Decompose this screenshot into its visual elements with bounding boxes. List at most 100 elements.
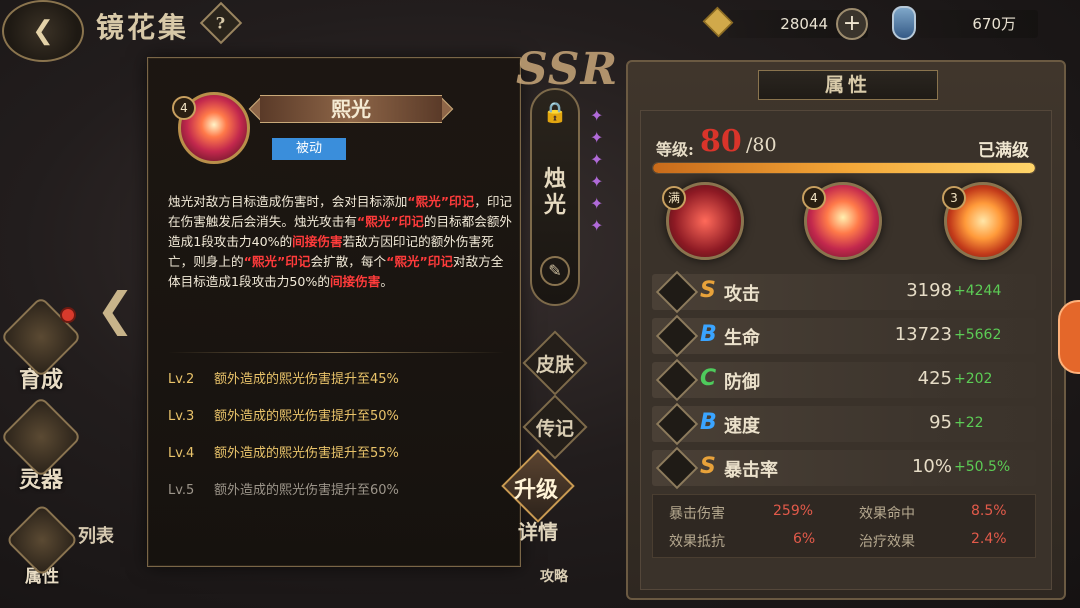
skill-orb-1-badge: 满 xyxy=(662,186,686,210)
highlighted-term: “熙光”印记 xyxy=(407,194,475,209)
page-title: 镜花集 xyxy=(96,11,190,44)
artifact-icon xyxy=(0,395,83,479)
add-coins-button[interactable]: + xyxy=(836,8,868,40)
butterfly-star-icon: ✦ xyxy=(590,128,604,147)
character-name: 烛光 xyxy=(544,166,567,218)
skill-name: 熙光 xyxy=(260,95,442,123)
back-button[interactable]: ❮ xyxy=(2,0,84,62)
stat-row[interactable]: C 防御 425 +202 xyxy=(652,358,1036,402)
lock-icon[interactable]: 🔒 xyxy=(542,100,568,126)
speed-icon xyxy=(655,402,699,446)
stat-bonus: +22 xyxy=(954,415,984,431)
skill-orb-3-badge: 3 xyxy=(942,186,966,210)
butterfly-star-icon: ✦ xyxy=(590,172,604,191)
help-label: ? xyxy=(216,13,226,33)
skill-description: 烛光对敌方目标造成伤害时，会对目标添加“熙光”印记，印记在伤害触发后会消失。烛光… xyxy=(168,192,512,292)
substat-name: 效果抵抗 xyxy=(669,534,725,550)
highlighted-term: 间接伤害 xyxy=(292,234,343,249)
stat-row[interactable]: B 生命 13723 +5662 xyxy=(652,314,1036,358)
substat-value: 6% xyxy=(793,531,816,547)
level-label: 等级: xyxy=(656,140,694,159)
stat-name: 速度 xyxy=(724,416,760,437)
stat-value: 10% xyxy=(911,456,952,477)
description-text: 。 xyxy=(380,274,393,289)
level-value: 80 xyxy=(700,124,742,159)
potion-icon xyxy=(892,6,916,40)
stat-row[interactable]: S 攻击 3198 +4244 xyxy=(652,270,1036,314)
level-status: 已满级 xyxy=(978,141,1029,161)
highlighted-term: “熙光”印记 xyxy=(386,254,453,269)
substat-name: 治疗效果 xyxy=(859,534,915,550)
experience-bar xyxy=(652,162,1036,174)
skill-level-effect: 额外造成的熙光伤害提升至45% xyxy=(214,372,399,387)
level-max: /80 xyxy=(746,134,777,156)
guide-button[interactable]: 攻略 xyxy=(540,566,568,586)
stat-name: 防御 xyxy=(724,372,760,393)
skill-level-row: Lv.3 额外造成的熙光伤害提升至50% xyxy=(168,405,399,424)
highlighted-term: 间接伤害 xyxy=(329,274,381,289)
highlighted-term: “熙光”印记 xyxy=(356,214,424,229)
nav-growth[interactable]: 育成 xyxy=(0,295,83,394)
skill-level-effect: 额外造成的熙光伤害提升至60% xyxy=(214,483,399,498)
skill-level-badge: 4 xyxy=(172,96,196,120)
substat-name: 暴击伤害 xyxy=(669,506,725,522)
stat-value: 3198 xyxy=(906,280,952,301)
upgrade-button[interactable]: 升级 xyxy=(514,472,558,504)
stat-grade: S xyxy=(700,454,716,479)
back-arrow-icon: ❮ xyxy=(32,16,54,46)
description-text: 会扩散，每个 xyxy=(310,254,387,269)
attack-icon xyxy=(655,270,699,314)
substat-value: 259% xyxy=(773,503,814,519)
stat-row[interactable]: S 暴击率 10% +50.5% xyxy=(652,446,1036,490)
notification-dot xyxy=(60,307,76,323)
skill-orb-2-badge: 4 xyxy=(802,186,826,210)
attribute-panel: 属性 等级: 80 /80 已满级 满 4 3 S 攻击 3198 +4244 B 生命 1… xyxy=(626,60,1066,600)
skill-level-effect: 额外造成的熙光伤害提升至55% xyxy=(214,446,399,461)
stat-value: 425 xyxy=(917,368,952,389)
stat-name: 生命 xyxy=(724,328,760,349)
substat-value: 8.5% xyxy=(971,503,1007,519)
stat-name: 攻击 xyxy=(724,284,760,305)
stat-value: 13723 xyxy=(894,324,952,345)
skill-level-label: Lv.3 xyxy=(168,409,195,424)
skill-level-row: Lv.2 额外造成的熙光伤害提升至45% xyxy=(168,368,399,387)
stat-name: 暴击率 xyxy=(724,460,778,481)
details-button[interactable]: 详情 xyxy=(518,516,558,545)
skill-level-label: Lv.5 xyxy=(168,483,195,498)
skill-level-label: Lv.2 xyxy=(168,372,195,387)
rarity-label: SSR xyxy=(516,44,619,95)
skill-level-row: Lv.5 额外造成的熙光伤害提升至60% xyxy=(168,479,399,498)
brush-icon[interactable]: ✎ xyxy=(540,256,570,286)
biography-button[interactable]: 传记 xyxy=(536,414,574,441)
stat-grade: B xyxy=(700,410,717,435)
previous-character-arrow-icon[interactable]: ❮ xyxy=(96,282,135,336)
stat-grade: C xyxy=(700,366,717,391)
stat-value: 95 xyxy=(929,412,952,433)
stat-row[interactable]: B 速度 95 +22 xyxy=(652,402,1036,446)
stat-bonus: +4244 xyxy=(954,283,1002,299)
skill-level-label: Lv.4 xyxy=(168,446,195,461)
divider xyxy=(168,352,504,353)
butterfly-star-icon: ✦ xyxy=(590,106,604,125)
substat-name: 效果命中 xyxy=(859,506,915,522)
nav-list[interactable]: 列表 xyxy=(78,522,114,548)
highlighted-term: “熙光”印记 xyxy=(243,254,311,269)
stat-grade: B xyxy=(700,322,717,347)
substat-value: 2.4% xyxy=(971,531,1007,547)
defense-icon xyxy=(655,358,699,402)
description-text: 烛光对敌方目标造成伤害时，会对目标添加 xyxy=(168,194,408,209)
side-event-button[interactable] xyxy=(1058,300,1080,374)
butterfly-star-icon: ✦ xyxy=(590,150,604,169)
skin-button[interactable]: 皮肤 xyxy=(536,350,574,377)
skill-type-tag: 被动 xyxy=(272,138,346,160)
crit-icon xyxy=(655,446,699,490)
skill-detail-popup: 4 熙光 被动 烛光对敌方目标造成伤害时，会对目标添加“熙光”印记，印记在伤害触… xyxy=(147,57,521,567)
stat-bonus: +5662 xyxy=(954,327,1002,343)
butterfly-star-icon: ✦ xyxy=(590,216,604,235)
skill-level-effect: 额外造成的熙光伤害提升至50% xyxy=(214,409,399,424)
nav-attributes[interactable]: 属性 xyxy=(5,503,79,587)
substats-table: 暴击伤害 259% 效果命中 8.5% 效果抵抗 6% 治疗效果 2.4% xyxy=(652,494,1036,558)
nav-artifact[interactable]: 灵器 xyxy=(0,395,83,494)
attributes-eye-icon xyxy=(5,503,79,577)
help-button[interactable]: ? xyxy=(199,1,243,45)
